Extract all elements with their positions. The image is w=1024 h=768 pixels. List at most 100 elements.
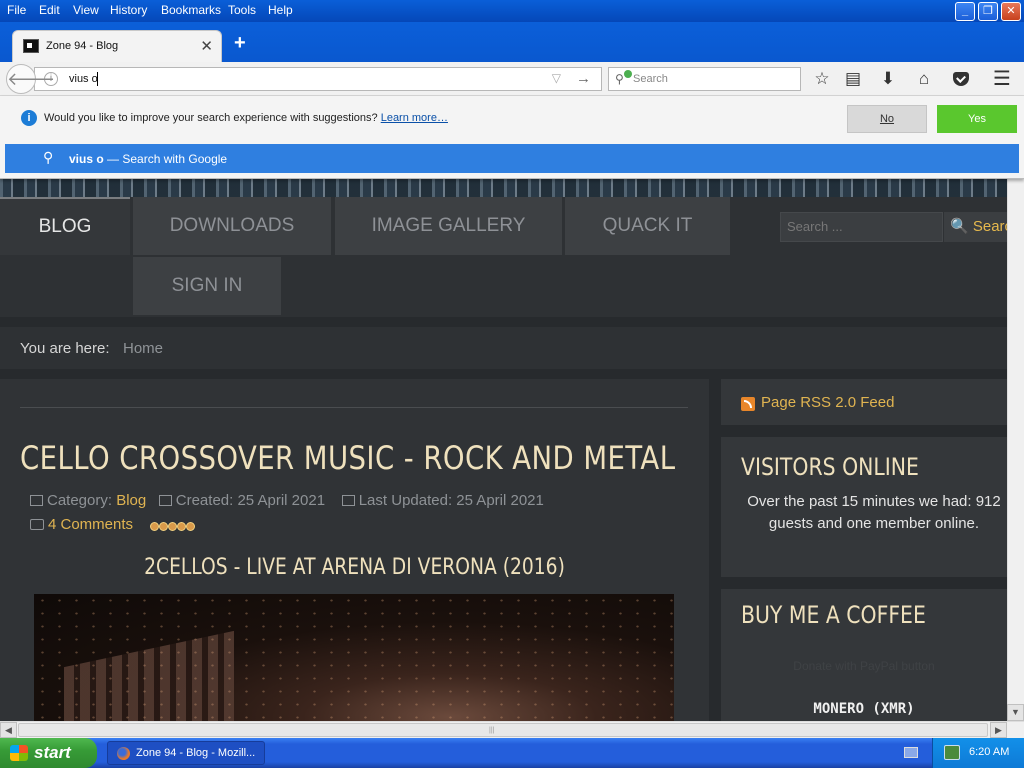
category-link[interactable]: Blog: [116, 492, 146, 509]
rss-icon: [741, 397, 755, 411]
folder-icon: [30, 495, 43, 506]
divider: [20, 407, 688, 408]
site-navigation: BLOG DOWNLOADS IMAGE GALLERY QUACK IT SI…: [0, 197, 1007, 317]
rating-star[interactable]: [177, 522, 186, 531]
hamburger-menu-icon[interactable]: ☰: [991, 68, 1013, 90]
navigation-toolbar: i vius o ▽ → 🡐 ⚲ Search ☆ ▤ ⬇ ⌂ ☰: [0, 62, 1024, 96]
start-button[interactable]: start: [0, 738, 97, 768]
created-date: Created: 25 April 2021: [175, 492, 326, 509]
horizontal-scrollbar[interactable]: ◀ ||| ▶: [0, 721, 1024, 738]
tab-close-icon[interactable]: ✕: [200, 37, 213, 55]
buy-me-a-coffee-module: BUY ME A COFFEE Donate with PayPal butto…: [721, 589, 1007, 721]
tab-title: Zone 94 - Blog: [46, 40, 119, 52]
visitors-text: Over the past 15 minutes we had: 912 gue…: [747, 493, 1001, 532]
keyboard-tray-icon[interactable]: [904, 747, 918, 758]
rss-feed-link[interactable]: Page RSS 2.0 Feed: [761, 394, 894, 411]
tab-zone94-blog[interactable]: Zone 94 - Blog ✕: [12, 30, 222, 62]
home-icon[interactable]: ⌂: [913, 68, 935, 90]
calendar-updated-icon: [341, 495, 355, 506]
network-tray-icon[interactable]: [944, 745, 960, 760]
tab-strip: Zone 94 - Blog ✕ +: [0, 22, 1024, 62]
url-input[interactable]: vius o: [69, 73, 98, 85]
menu-edit[interactable]: Edit: [39, 3, 60, 17]
url-bar[interactable]: i vius o ▽ →: [34, 67, 602, 91]
menu-help[interactable]: Help: [268, 3, 293, 17]
bookmark-star-icon[interactable]: ☆: [811, 68, 833, 90]
scroll-left-arrow-icon[interactable]: ◀: [0, 722, 17, 738]
breadcrumb-home-link[interactable]: Home: [123, 340, 163, 357]
scroll-grip: |||: [489, 727, 495, 734]
rating-star[interactable]: [186, 522, 195, 531]
back-button[interactable]: 🡐: [6, 64, 55, 94]
search-with-google-row[interactable]: ⚲ vius o — Search with Google: [5, 144, 1019, 173]
menu-history[interactable]: History: [110, 3, 147, 17]
comments-link[interactable]: 4 Comments: [30, 516, 133, 533]
new-tab-plus-icon[interactable]: +: [234, 32, 246, 55]
suggestions-prompt: Would you like to improve your search ex…: [44, 112, 448, 124]
window-close-button[interactable]: ✕: [1001, 2, 1021, 21]
suggestions-yes-button[interactable]: Yes: [937, 105, 1017, 133]
vertical-scrollbar[interactable]: [1007, 96, 1024, 721]
taskbar-window-label: Zone 94 - Blog - Mozill...: [136, 747, 256, 759]
search-engine-icon: ⚲: [615, 72, 624, 86]
rating-star[interactable]: [150, 522, 159, 531]
text-caret: [97, 72, 98, 86]
menu-file[interactable]: File: [7, 3, 26, 17]
search-icon: ⚲: [43, 149, 54, 165]
windows-logo-icon: [10, 745, 28, 761]
updated-date: Last Updated: 25 April 2021: [358, 492, 544, 509]
monero-heading: MONERO (XMR): [813, 701, 915, 717]
article-column: CELLO CROSSOVER MUSIC - ROCK AND METAL C…: [0, 379, 709, 721]
system-tray: 6:20 AM: [932, 738, 1024, 768]
calendar-icon: [158, 495, 172, 506]
nav-blog[interactable]: BLOG: [0, 197, 130, 255]
breadcrumb-label: You are here:: [20, 340, 110, 357]
minimize-button[interactable]: _: [955, 2, 975, 21]
go-arrow-icon[interactable]: →: [576, 70, 591, 87]
rating-star[interactable]: [168, 522, 177, 531]
comment-bubble-icon: [30, 519, 44, 530]
paypal-donate-button[interactable]: Donate with PayPal button: [721, 659, 1007, 673]
article-meta: Category: Blog Created: 25 April 2021 La…: [30, 492, 544, 509]
search-input[interactable]: Search: [633, 73, 668, 85]
info-icon: i: [21, 110, 37, 126]
downloads-icon[interactable]: ⬇: [877, 68, 899, 90]
restore-button[interactable]: ❐: [978, 2, 998, 21]
visitors-online-module: VISITORS ONLINE Over the past 15 minutes…: [721, 437, 1007, 577]
site-favicon-icon: [23, 39, 39, 53]
category-label: Category:: [47, 492, 113, 509]
pocket-icon[interactable]: [953, 72, 969, 86]
nav-image-gallery[interactable]: IMAGE GALLERY: [335, 197, 562, 255]
article-title[interactable]: CELLO CROSSOVER MUSIC - ROCK AND METAL: [20, 439, 675, 477]
taskbar-firefox-window[interactable]: Zone 94 - Blog - Mozill...: [107, 741, 265, 765]
suggestions-no-button[interactable]: No: [847, 105, 927, 133]
menu-tools[interactable]: Tools: [228, 3, 256, 17]
video-player[interactable]: [34, 594, 674, 721]
rating-stars[interactable]: [150, 520, 195, 534]
web-page-content: BLOG DOWNLOADS IMAGE GALLERY QUACK IT SI…: [0, 96, 1007, 721]
learn-more-link[interactable]: Learn more…: [381, 112, 448, 124]
visitors-title: VISITORS ONLINE: [741, 453, 919, 481]
menu-view[interactable]: View: [73, 3, 99, 17]
rating-star[interactable]: [159, 522, 168, 531]
nav-quack-it[interactable]: QUACK IT: [565, 197, 730, 255]
library-icon[interactable]: ▤: [842, 68, 864, 90]
site-search-input[interactable]: Search ...: [780, 212, 943, 242]
nav-downloads[interactable]: DOWNLOADS: [133, 197, 331, 255]
nav-sign-in[interactable]: SIGN IN: [133, 257, 281, 315]
scroll-down-arrow-icon[interactable]: ▼: [1007, 704, 1024, 721]
horizontal-scroll-thumb[interactable]: |||: [18, 723, 988, 737]
start-label: start: [34, 743, 71, 762]
scroll-right-arrow-icon[interactable]: ▶: [990, 722, 1007, 738]
site-search-button[interactable]: 🔍 Search: [944, 212, 1007, 242]
add-search-engine-icon: [624, 70, 632, 78]
breadcrumb: You are here: Home: [0, 327, 1007, 369]
comments-count[interactable]: 4 Comments: [48, 516, 133, 533]
firefox-icon: [117, 747, 130, 760]
video-title: 2CELLOS - LIVE AT ARENA DI VERONA (2016): [144, 555, 565, 580]
url-history-dropdown-icon[interactable]: ▽: [552, 71, 561, 85]
search-suggestions-panel: i Would you like to improve your search …: [0, 96, 1024, 179]
menu-bookmarks[interactable]: Bookmarks: [161, 3, 221, 17]
search-bar[interactable]: ⚲ Search: [608, 67, 801, 91]
clock[interactable]: 6:20 AM: [969, 746, 1009, 758]
